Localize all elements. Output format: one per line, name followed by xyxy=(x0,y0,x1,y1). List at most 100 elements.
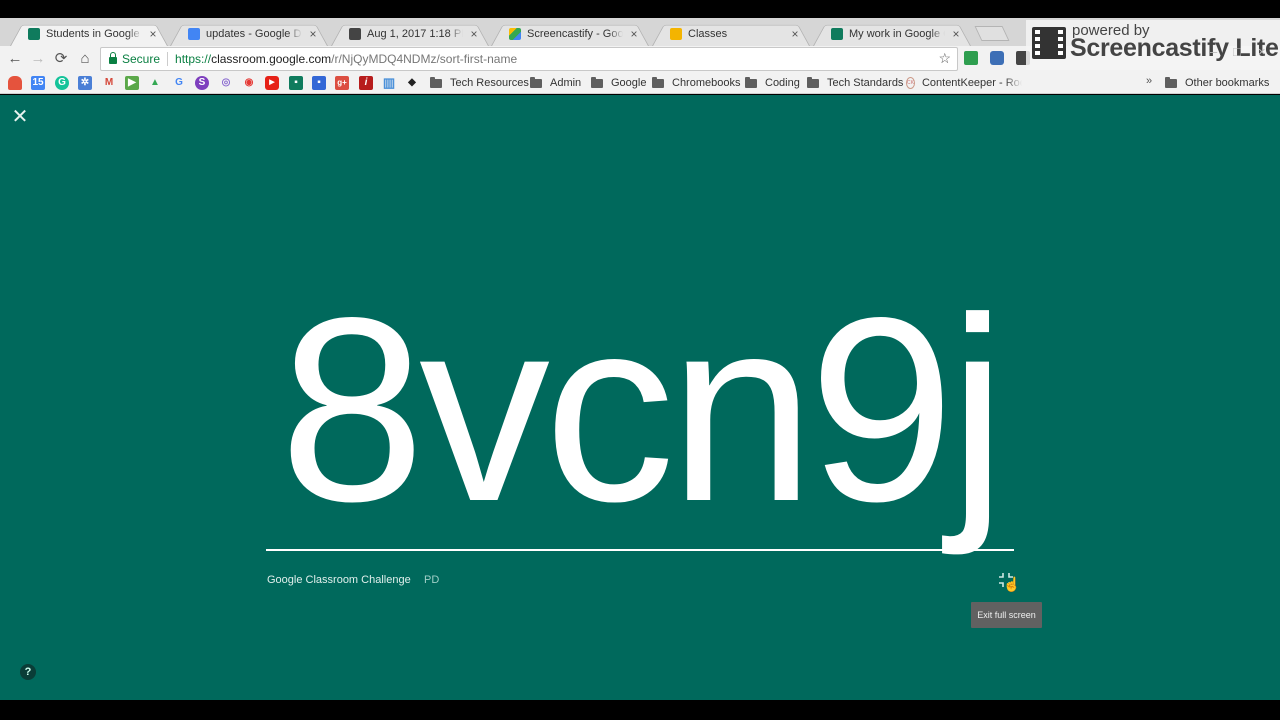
gmail-icon[interactable]: M xyxy=(102,76,116,90)
class-code: 8vcn9j xyxy=(279,263,1006,556)
google-plus-icon[interactable]: g+ xyxy=(335,76,349,90)
folder-label: Coding xyxy=(765,77,800,89)
tab-classes[interactable]: Classes × xyxy=(652,21,810,46)
classroom-icon xyxy=(28,27,40,40)
film-icon xyxy=(1032,27,1066,59)
folder-icon xyxy=(530,76,542,88)
tab-title: Classes xyxy=(688,27,728,40)
tab-close-icon[interactable]: × xyxy=(469,27,479,41)
bookmark-folder-coding[interactable]: Coding xyxy=(745,75,800,91)
layout-icon[interactable]: ▥ xyxy=(382,76,396,90)
folder-icon xyxy=(807,76,819,88)
url-scheme: https:// xyxy=(175,52,212,66)
bookmark-folder-admin[interactable]: Admin xyxy=(530,75,581,91)
tab-my-work-in-google-classroom[interactable]: My work in Google Classroom × xyxy=(813,21,971,46)
youtube-icon[interactable]: ▶ xyxy=(265,76,279,90)
tab-title: Aug 1, 2017 1:18 PM - Screencastify xyxy=(367,27,463,40)
bookmark-folder-tech-resources[interactable]: Tech Resources xyxy=(430,75,529,91)
ext-green-icon[interactable] xyxy=(964,51,978,65)
hand-cursor-icon: ☝ xyxy=(1003,576,1021,592)
lock-icon xyxy=(109,52,117,64)
class-name: Google Classroom Challenge xyxy=(267,574,411,586)
folder-label: Other bookmarks xyxy=(1185,77,1270,89)
contentkeeper-icon: CK xyxy=(906,77,915,89)
bookmark-folder-google[interactable]: Google xyxy=(591,75,646,91)
target-icon[interactable]: ◉ xyxy=(242,76,256,90)
folder-icon xyxy=(591,76,603,88)
class-code-fullscreen: ✕ 8vcn9j Google Classroom Challenge PD ☝… xyxy=(0,95,1280,700)
url-host: classroom.google.com xyxy=(211,52,332,66)
letterbox-bottom xyxy=(0,700,1280,720)
photos-icon[interactable]: ◎ xyxy=(219,76,233,90)
bookmark-folder-chromebooks[interactable]: Chromebooks xyxy=(652,75,740,91)
classroom-blue-icon[interactable]: ▪ xyxy=(312,76,326,90)
chrome-web-store-icon[interactable] xyxy=(8,76,22,90)
docs-icon xyxy=(188,27,200,40)
security-label[interactable]: Secure xyxy=(122,52,160,66)
folder-label: Admin xyxy=(550,77,582,89)
tab-title: Students in Google Classroom xyxy=(46,27,142,40)
folder-icon xyxy=(1165,76,1177,88)
classroom-icon[interactable]: ▪ xyxy=(289,76,303,90)
screencastify-watermark: powered by Screencastify Lite – □ × xyxy=(1026,20,1280,70)
tab-close-icon[interactable]: × xyxy=(148,27,158,41)
tab-title: My work in Google Classroom xyxy=(849,27,945,40)
play-icon[interactable]: ▶ xyxy=(125,76,139,90)
class-section: PD xyxy=(424,574,440,586)
close-icon[interactable]: ✕ xyxy=(10,107,30,127)
exit-fullscreen-tooltip: Exit full screen xyxy=(971,602,1042,628)
tab-title: Screencastify - Google Drive xyxy=(527,27,623,40)
tab-screencastify-recording[interactable]: Aug 1, 2017 1:18 PM - Screencastify × xyxy=(331,21,489,46)
folder-label: Google xyxy=(611,77,647,89)
minimize-button[interactable]: – xyxy=(1210,44,1217,59)
tab-close-icon[interactable]: × xyxy=(308,27,318,41)
reload-button[interactable]: ⟳ xyxy=(51,49,71,69)
other-bookmarks[interactable]: Other bookmarks xyxy=(1165,75,1269,91)
drive-icon xyxy=(509,27,521,40)
divider xyxy=(266,549,1014,551)
tab-close-icon[interactable]: × xyxy=(629,27,639,41)
tab-close-icon[interactable]: × xyxy=(790,27,800,41)
classroom-icon xyxy=(831,27,843,40)
drive-icon[interactable]: ▲ xyxy=(148,76,162,90)
calendar-icon[interactable]: 15 xyxy=(31,76,45,90)
google-icon[interactable]: G xyxy=(172,76,186,90)
maximize-button[interactable]: □ xyxy=(1233,44,1241,59)
url-path: /r/NjQyMDQ4NDMz/sort-first-name xyxy=(331,52,518,66)
folder-icon xyxy=(430,76,442,88)
home-button[interactable]: ⌂ xyxy=(75,49,95,69)
back-button[interactable]: ← xyxy=(5,49,25,69)
folder-icon xyxy=(745,76,757,88)
swift-icon[interactable]: S xyxy=(195,76,209,90)
help-button[interactable]: ? xyxy=(20,664,36,680)
divider xyxy=(167,52,169,66)
folder-label: Tech Standards xyxy=(827,77,904,89)
classroom-yellow-icon xyxy=(670,27,682,40)
settings-app-icon[interactable]: ✲ xyxy=(78,76,92,90)
tab-updates-google-docs[interactable]: updates - Google Docs × xyxy=(170,21,328,46)
bookmark-contentkeeper[interactable]: CK ContentKeeper - Root xyxy=(906,75,1022,91)
forward-button[interactable]: → xyxy=(28,49,48,69)
bookmark-folder-tech-standards[interactable]: Tech Standards xyxy=(807,75,903,91)
bookmark-label: ContentKeeper - Root xyxy=(921,77,1022,89)
watermark-brand: Screencastify Lite xyxy=(1070,34,1279,62)
folder-icon xyxy=(652,76,664,88)
tab-screencastify-drive[interactable]: Screencastify - Google Drive × xyxy=(491,21,649,46)
folder-label: Chromebooks xyxy=(672,77,741,89)
window-close-button[interactable]: × xyxy=(1258,44,1266,59)
new-tab-button[interactable] xyxy=(974,26,1010,41)
tab-students-in-google-classroom[interactable]: Students in Google Classroom × xyxy=(10,21,168,46)
grammarly-icon[interactable]: G xyxy=(55,76,69,90)
bookmark-star-icon[interactable]: ☆ xyxy=(938,50,951,67)
bookmarks-bar: 15 G ✲ M ▶ ▲ G S ◎ ◉ ▶ ▪ ▪ g+ i ▥ ◆ Tech… xyxy=(0,72,1280,94)
letterbox-top xyxy=(0,0,1280,18)
tab-close-icon[interactable]: × xyxy=(951,27,961,41)
info-icon[interactable]: i xyxy=(359,76,373,90)
shield-icon[interactable]: ◆ xyxy=(405,76,419,90)
ext-blue-icon[interactable] xyxy=(990,51,1004,65)
bookmarks-overflow-button[interactable]: » xyxy=(1146,75,1152,87)
folder-label: Tech Resources xyxy=(450,77,529,89)
tab-title: updates - Google Docs xyxy=(206,27,302,40)
film-icon xyxy=(349,27,361,40)
address-bar[interactable]: Secure https:// classroom.google.com /r/… xyxy=(100,47,958,71)
